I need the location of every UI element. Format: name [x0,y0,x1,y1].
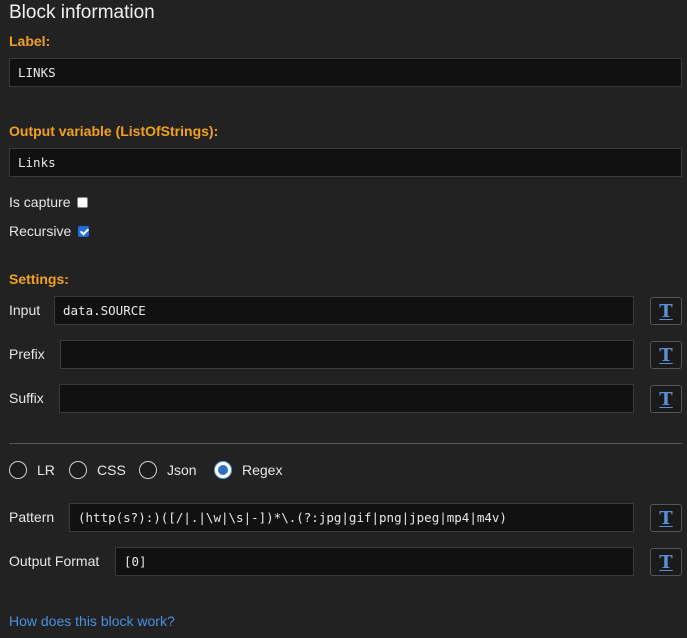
input-mode-toggle-button[interactable]: T [650,297,682,325]
pattern-mode-toggle-button[interactable]: T [650,504,682,532]
mode-radio-css[interactable]: CSS [69,461,126,479]
output-variable-field[interactable]: Links [9,148,682,177]
mode-radio-regex[interactable]: Regex [214,461,282,479]
is-capture-label: Is capture [9,194,71,210]
radio-circle-icon [139,461,157,479]
pattern-field[interactable]: (http(s?):)([/|.|\w|\s|-])*\.(?:jpg|gif|… [69,503,634,532]
output-format-field[interactable]: [0] [115,547,634,576]
prefix-mode-toggle-button[interactable]: T [650,341,682,369]
output-format-mode-toggle-button[interactable]: T [650,548,682,576]
mode-radio-lr[interactable]: LR [9,461,55,479]
label-section-heading: Label: [9,33,51,49]
prefix-field[interactable] [60,340,634,369]
output-variable-heading: Output variable (ListOfStrings): [9,123,219,139]
mode-radio-label: Regex [242,462,283,478]
text-mode-icon: T [659,344,673,366]
recursive-row: Recursive [9,223,90,239]
panel-title: Block information [9,2,155,23]
is-capture-row: Is capture [9,194,89,210]
output-format-label: Output Format [9,553,100,569]
input-label: Input [9,302,41,318]
recursive-checkbox[interactable] [78,226,90,237]
recursive-label: Recursive [9,223,72,239]
is-capture-checkbox[interactable] [77,197,89,208]
mode-radio-label: Json [167,462,197,478]
settings-heading: Settings: [9,271,69,287]
label-field[interactable]: LINKS [9,58,682,87]
text-mode-icon: T [659,551,673,573]
mode-radio-json[interactable]: Json [139,461,197,479]
suffix-label: Suffix [9,390,44,406]
mode-radio-label: CSS [97,462,126,478]
mode-radio-label: LR [37,462,55,478]
text-mode-icon: T [659,388,673,410]
text-mode-icon: T [659,300,673,322]
radio-selected-icon [214,461,232,479]
prefix-label: Prefix [9,346,45,362]
radio-circle-icon [9,461,27,479]
radio-circle-icon [69,461,87,479]
help-link[interactable]: How does this block work? [9,613,175,629]
suffix-field[interactable] [59,384,634,413]
pattern-label: Pattern [9,509,55,525]
input-field[interactable]: data.SOURCE [54,296,634,325]
suffix-mode-toggle-button[interactable]: T [650,385,682,413]
settings-divider [9,443,682,444]
text-mode-icon: T [659,507,673,529]
